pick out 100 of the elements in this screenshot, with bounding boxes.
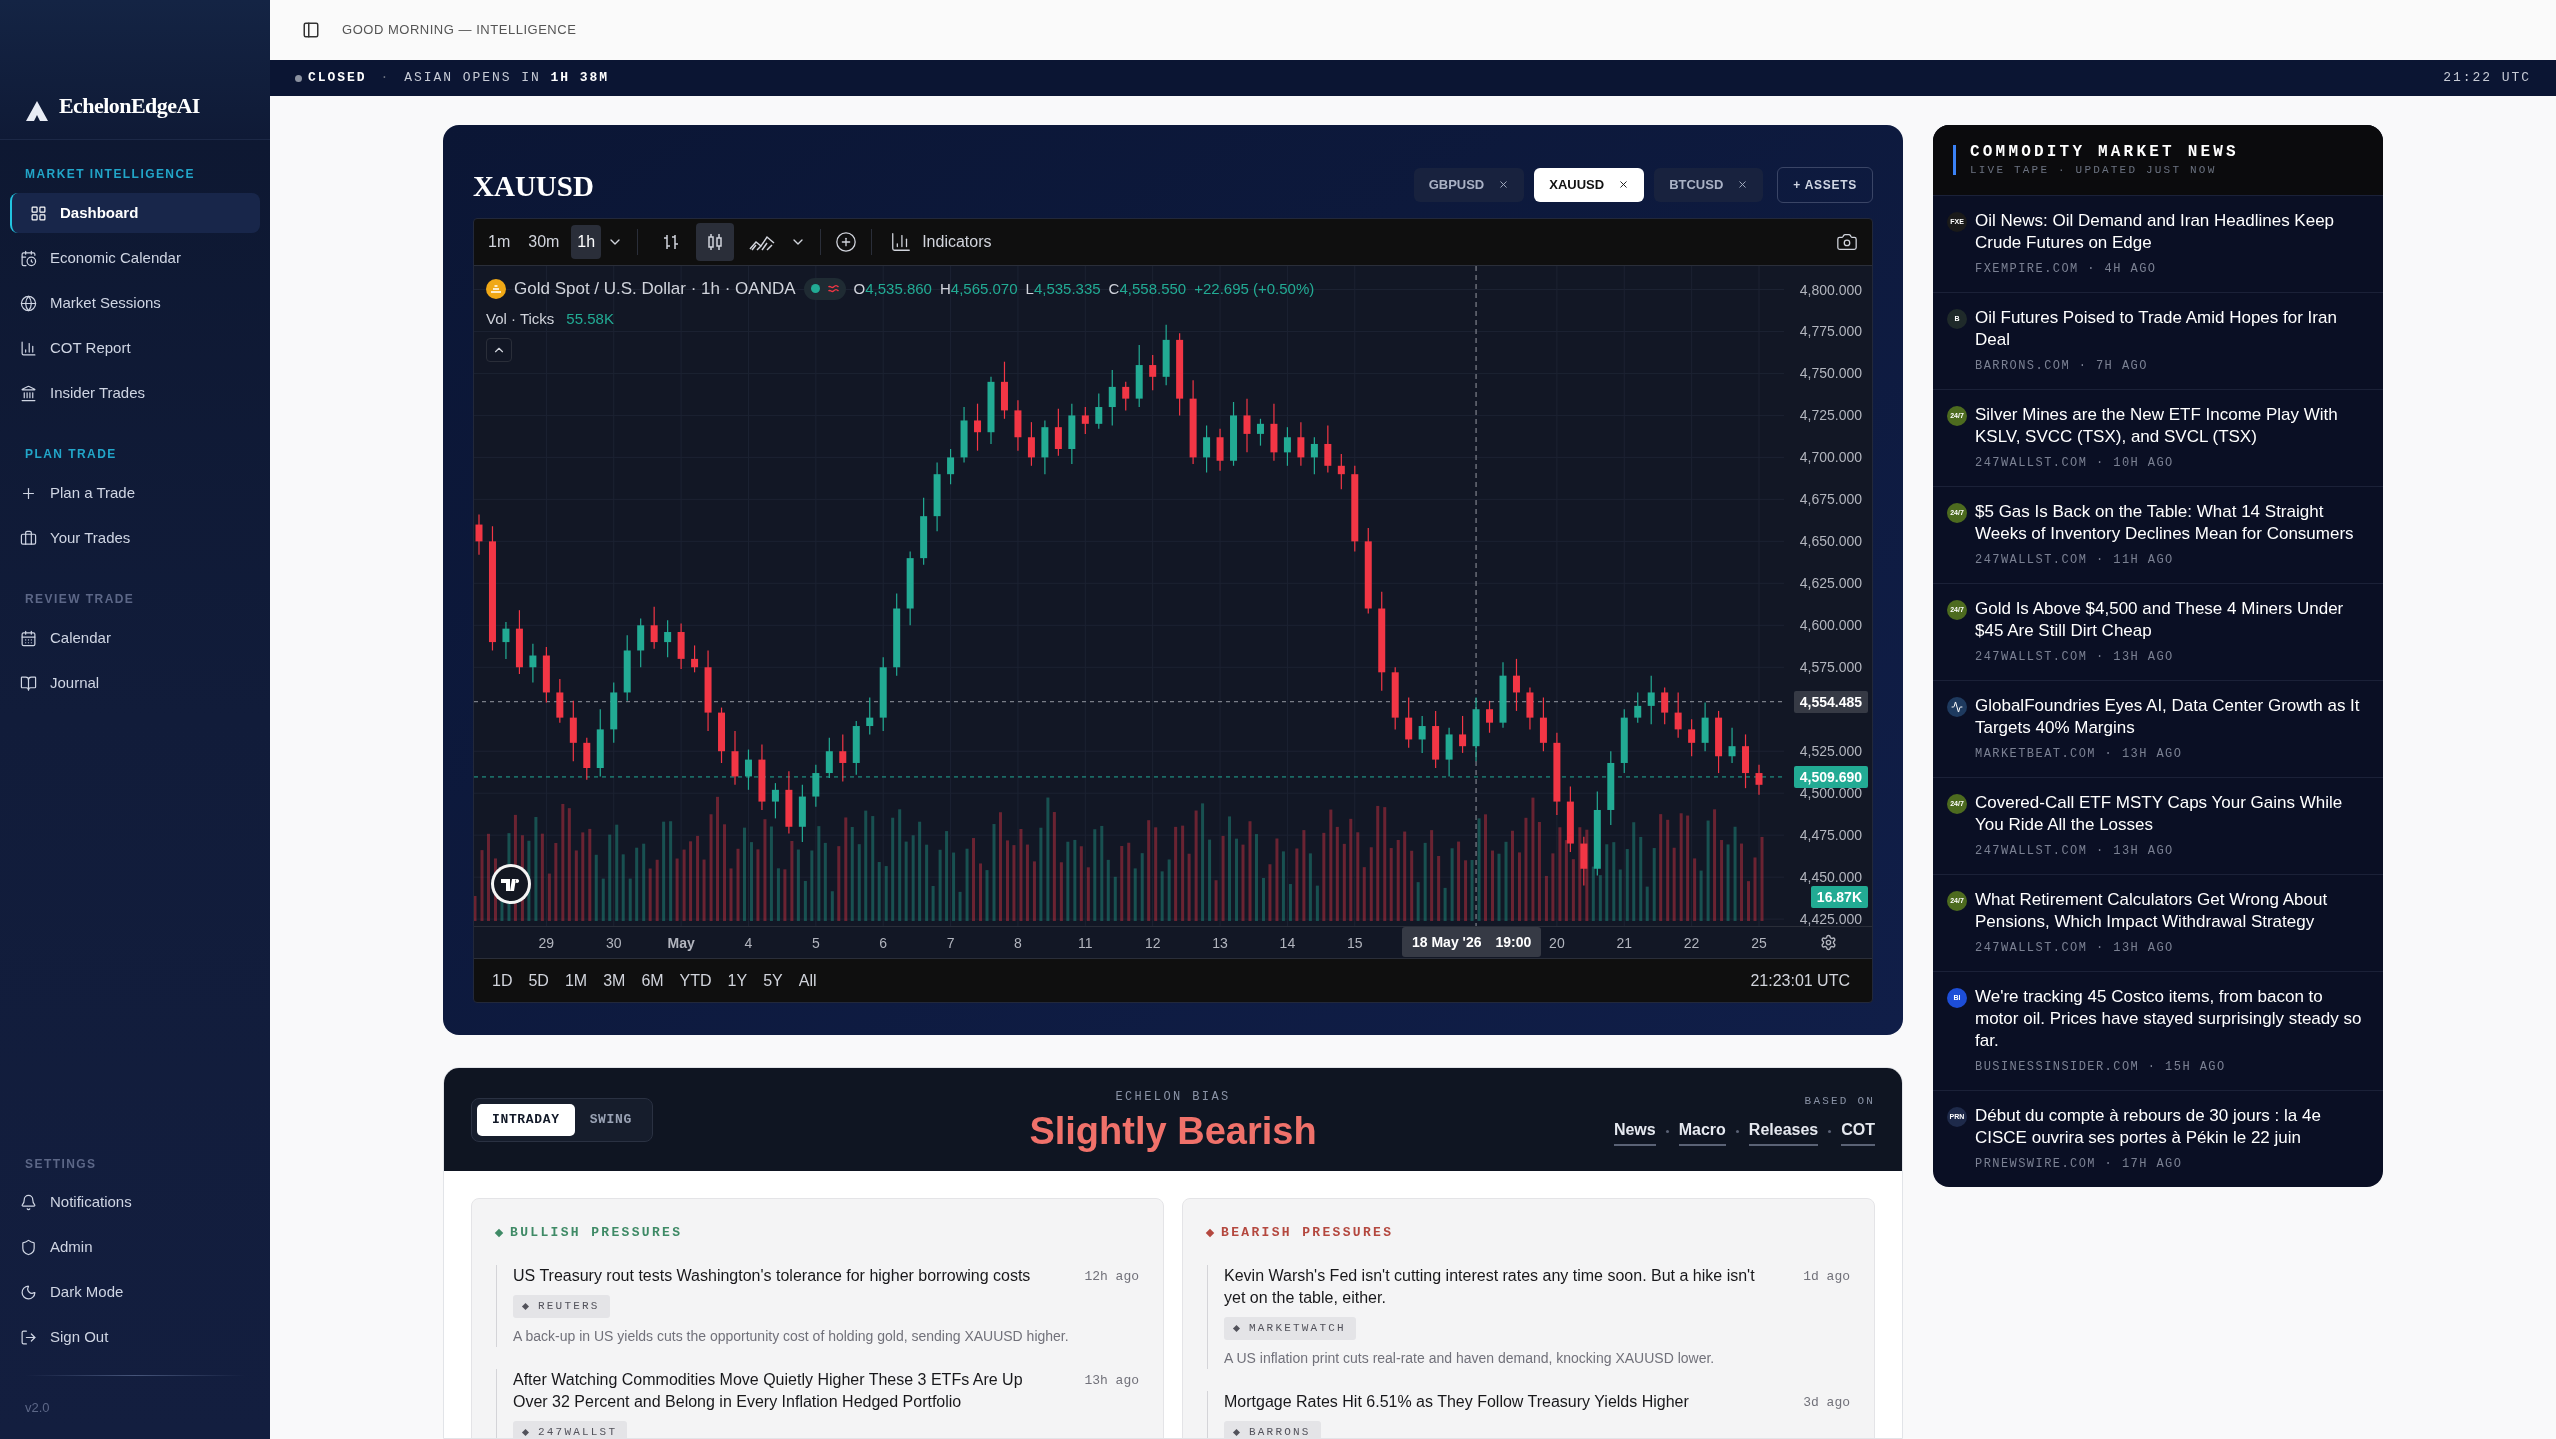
add-assets-button[interactable]: + ASSETS (1777, 166, 1873, 203)
sidebar-item[interactable]: Plan a Trade (10, 473, 260, 513)
camera-icon[interactable] (1836, 231, 1858, 253)
candle (677, 623, 685, 670)
news-meta: MARKETBEAT.COM · 13H AGO (1975, 746, 2184, 763)
news-headline: Oil Futures Poised to Trade Amid Hopes for Iran Deal (1975, 307, 2338, 351)
sidebar-item[interactable]: Insider Trades (10, 373, 260, 413)
source-link[interactable]: Macro (1678, 1117, 1726, 1146)
source-link[interactable]: Releases (1748, 1117, 1819, 1146)
mode-tab[interactable]: INTRADAY (477, 1103, 575, 1136)
add-indicator-icon[interactable] (835, 231, 858, 253)
source-tag: 247WALLST (513, 1420, 628, 1438)
sidebar-item[interactable]: Your Trades (10, 518, 260, 558)
source-link[interactable]: COT (1841, 1117, 1875, 1146)
source-tag: REUTERS (513, 1294, 610, 1318)
candle (1701, 701, 1709, 752)
ohlc-value: H4,565.070 (939, 278, 1018, 299)
section-heading: PLAN TRADE (24, 446, 118, 463)
candle (987, 376, 995, 445)
range-button[interactable]: 1Y (721, 968, 754, 993)
candle (1728, 727, 1736, 764)
candle (920, 497, 928, 566)
news-headline: $5 Gas Is Back on the Table: What 14 Straight Weeks of Inventory Declines Mean for Consumers (1975, 501, 2355, 545)
candle (1014, 399, 1022, 452)
volume-value: 55.58K (566, 309, 614, 329)
candle (852, 720, 860, 776)
range-button[interactable]: YTD (673, 968, 718, 993)
sidebar-toggle-icon[interactable] (302, 21, 320, 39)
pressure-time: 1d ago (1803, 1267, 1850, 1286)
candle (1108, 369, 1116, 427)
sidebar-item[interactable]: Journal (10, 663, 260, 703)
menu-item-icon (20, 1284, 37, 1301)
menu-item-icon (20, 674, 37, 692)
close-icon[interactable] (1737, 179, 1749, 190)
range-button[interactable]: 6M (635, 968, 670, 993)
asset-tab[interactable]: BTCUSD (1654, 167, 1764, 202)
range-button[interactable]: 5Y (757, 968, 789, 993)
collapse-button[interactable] (486, 338, 512, 362)
asset-tab[interactable]: GBPUSD (1413, 167, 1525, 202)
sidebar-item[interactable]: Dashboard (10, 193, 260, 233)
sidebar-item[interactable]: Dark Mode (10, 1272, 260, 1313)
candle (569, 700, 577, 762)
time-axis-label: 25 (1751, 934, 1767, 953)
price-axis-label: 4,675.000 (1799, 489, 1862, 509)
interval-tab[interactable]: 1m (482, 225, 517, 259)
indicators-button[interactable]: Indicators (886, 230, 996, 254)
candle (1566, 785, 1574, 853)
time-axis-label: 13 (1212, 934, 1228, 953)
candle (1580, 836, 1588, 887)
menu-item-icon (20, 1329, 37, 1346)
price-axis-label: 4,475.000 (1799, 825, 1862, 845)
candle (785, 770, 793, 835)
section-heading: REVIEW TRADE (24, 591, 136, 608)
candle (1526, 686, 1534, 730)
range-button[interactable]: 5D (522, 968, 555, 993)
time-axis-label: 20 (1549, 934, 1565, 953)
candle (825, 737, 833, 779)
source-link[interactable]: News (1613, 1117, 1656, 1146)
range-button[interactable]: All (792, 968, 823, 993)
news-meta: FXEMPIRE.COM · 4H AGO (1975, 261, 2158, 278)
ohlc-value: C4,558.550 (1108, 278, 1187, 299)
candle (812, 764, 820, 808)
sidebar-item[interactable]: Calendar (10, 618, 260, 658)
candle (758, 743, 766, 811)
sidebar-item[interactable]: Market Sessions (10, 283, 260, 323)
range-button[interactable]: 3M (597, 968, 632, 993)
sidebar-item[interactable]: Sign Out (10, 1317, 260, 1358)
mode-tab[interactable]: SWING (574, 1103, 647, 1136)
candle (556, 678, 564, 724)
range-button[interactable]: 1M (558, 968, 594, 993)
candle (475, 513, 483, 556)
close-icon[interactable] (1498, 179, 1510, 190)
pressure-heading: BULLISH PRESSURES (510, 1224, 683, 1242)
candle (1162, 324, 1170, 386)
candle (1203, 424, 1211, 474)
candle (1054, 408, 1062, 457)
candle (1539, 696, 1547, 752)
ticker-separator: · (380, 69, 391, 88)
asset-tab[interactable]: XAUUSD (1534, 167, 1645, 202)
sidebar-item[interactable]: Economic Calendar (10, 238, 260, 278)
sidebar-item[interactable]: COT Report (10, 328, 260, 368)
pressure-time: 12h ago (1084, 1267, 1139, 1286)
close-icon[interactable] (1618, 179, 1630, 190)
candle (1661, 686, 1669, 725)
interval-tab[interactable]: 30m (522, 225, 566, 259)
pressure-time: 13h ago (1084, 1371, 1139, 1390)
sidebar-item[interactable]: Notifications (10, 1182, 260, 1223)
range-button[interactable]: 1D (486, 968, 519, 993)
pressure-summary: A US inflation print cuts real-rate and haven demand, knocking XAUUSD lower. (1224, 1348, 1716, 1368)
chart-type-button[interactable] (696, 223, 735, 261)
sidebar-item[interactable]: Admin (10, 1227, 260, 1268)
settings-icon[interactable] (1820, 934, 1837, 951)
news-item[interactable]: GlobalFoundries Eyes AI, Data Center Growth as It Targets 40% Margins MARKETBEAT.COM · 13H AGO (1933, 680, 2383, 777)
source-tag: BARRONS (1224, 1420, 1321, 1438)
interval-tab[interactable]: 1h (571, 225, 602, 259)
candle (1742, 733, 1750, 789)
symbol-title: XAUUSD (473, 168, 594, 204)
news-meta: 247WALLST.COM · 10H AGO (1975, 455, 2175, 472)
candle (1256, 418, 1264, 447)
news-headline: Silver Mines are the New ETF Income Play With KSLV, SVCC (TSX), and SVCL (TSX) (1975, 404, 2339, 448)
